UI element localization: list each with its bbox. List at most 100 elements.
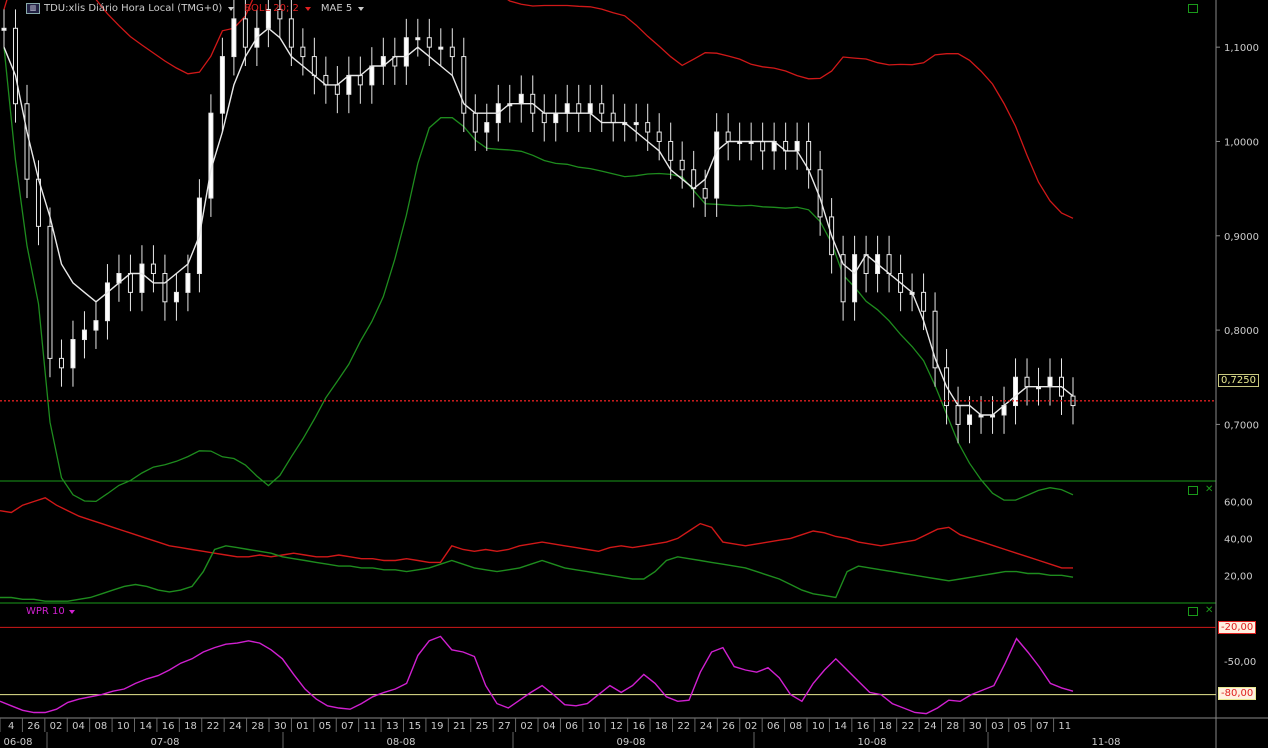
price-axis-label: 1,1000 xyxy=(1224,43,1259,54)
candle xyxy=(633,103,639,142)
candle xyxy=(783,122,789,170)
candle-body xyxy=(415,37,421,41)
candle xyxy=(955,386,961,444)
candle-body xyxy=(564,103,570,114)
date-label: 08 xyxy=(789,721,802,732)
date-label: 24 xyxy=(229,721,242,732)
candle-body xyxy=(967,414,973,425)
candle-body xyxy=(438,46,444,50)
bollinger-label[interactable]: BOLL 20; 2 xyxy=(244,3,299,14)
candle xyxy=(70,320,76,387)
candle xyxy=(541,94,547,142)
date-label: 4 xyxy=(8,721,14,732)
candle xyxy=(93,301,99,349)
candle-body xyxy=(24,103,30,180)
date-label: 26 xyxy=(722,721,735,732)
candle-body xyxy=(162,273,168,303)
date-label: 24 xyxy=(924,721,937,732)
candle xyxy=(1024,358,1030,406)
wpr-legend[interactable]: WPR 10 xyxy=(26,606,75,617)
current-price-tag: 0,7250 xyxy=(1218,374,1259,387)
candle-body xyxy=(955,405,961,425)
candle-body xyxy=(553,112,559,124)
chart-legend: ▥ TDU:xlis Diário Hora Local (TMG+0) BOL… xyxy=(26,3,370,14)
candle xyxy=(771,122,777,170)
date-label: 22 xyxy=(902,721,915,732)
date-label: 30 xyxy=(969,721,982,732)
chevron-down-icon[interactable] xyxy=(304,6,311,11)
date-label: 02 xyxy=(520,721,533,732)
candle xyxy=(150,245,156,293)
date-label: 10 xyxy=(812,721,825,732)
month-label: 07-08 xyxy=(150,737,179,748)
date-label: 06 xyxy=(565,721,578,732)
close-icon[interactable]: ✕ xyxy=(1205,606,1213,616)
wpr-axis-label: -50,00 xyxy=(1224,657,1256,668)
candle xyxy=(461,37,467,133)
maximize-icon[interactable] xyxy=(1188,4,1198,13)
chevron-down-icon[interactable] xyxy=(228,6,235,11)
candle-body xyxy=(725,131,731,142)
candle xyxy=(714,113,720,217)
candle xyxy=(162,254,168,321)
candle xyxy=(472,94,478,151)
chevron-down-icon[interactable] xyxy=(68,609,75,614)
candle-body xyxy=(242,18,248,48)
candle xyxy=(645,103,651,151)
candle xyxy=(587,84,593,133)
month-label: 11-08 xyxy=(1091,737,1120,748)
date-label: 28 xyxy=(946,721,959,732)
candle xyxy=(610,94,616,142)
price-axis-label: 0,8000 xyxy=(1224,326,1259,337)
candle-body xyxy=(599,103,605,114)
wpr-label[interactable]: WPR 10 xyxy=(26,606,65,617)
candle xyxy=(518,75,524,123)
dmi-axis-label: 20,00 xyxy=(1224,571,1253,582)
candle xyxy=(104,264,110,340)
date-label: 24 xyxy=(700,721,713,732)
date-label: 10 xyxy=(588,721,601,732)
chevron-down-icon[interactable] xyxy=(358,6,365,11)
candle xyxy=(369,47,375,104)
candle-body xyxy=(668,140,674,161)
dmi-axis-label: 40,00 xyxy=(1224,534,1253,545)
maximize-icon[interactable] xyxy=(1188,486,1198,495)
candle-body xyxy=(369,65,375,86)
price-axis-label: 0,9000 xyxy=(1224,232,1259,243)
close-icon[interactable]: ✕ xyxy=(1205,485,1213,495)
date-label: 07 xyxy=(341,721,354,732)
date-label: 07 xyxy=(1036,721,1049,732)
candle-body xyxy=(357,74,363,86)
candle xyxy=(81,311,87,359)
date-label: 14 xyxy=(139,721,152,732)
candle-body xyxy=(127,273,133,293)
candle xyxy=(208,94,214,217)
candle-body xyxy=(760,140,766,152)
candle-body xyxy=(587,103,593,114)
candle xyxy=(1013,358,1019,425)
candle xyxy=(1,9,7,48)
candle xyxy=(564,84,570,133)
wpr-line xyxy=(0,635,1074,715)
dmi-minus-line xyxy=(0,497,1073,569)
price-axis-label: 0,7000 xyxy=(1224,420,1259,431)
candle-body xyxy=(794,140,800,152)
candle xyxy=(116,254,122,302)
candle-body xyxy=(714,131,720,199)
month-label: 09-08 xyxy=(616,737,645,748)
candle xyxy=(840,235,846,321)
candle-body xyxy=(70,339,76,369)
candle xyxy=(484,103,490,151)
candle xyxy=(553,94,559,142)
symbol-label[interactable]: TDU:xlis Diário Hora Local (TMG+0) xyxy=(44,3,222,14)
candle xyxy=(173,273,179,321)
date-label: 18 xyxy=(655,721,668,732)
candle xyxy=(806,122,812,189)
mae-label[interactable]: MAE 5 xyxy=(321,3,352,14)
mae-line xyxy=(3,27,1074,416)
maximize-icon[interactable] xyxy=(1188,607,1198,616)
date-label: 08 xyxy=(95,721,108,732)
candle xyxy=(346,56,352,114)
trading-chart[interactable]: 1,1000 1,0000 0,9000 0,8000 0,7000 60,00 40,00… xyxy=(0,0,1268,748)
date-label: 15 xyxy=(408,721,421,732)
